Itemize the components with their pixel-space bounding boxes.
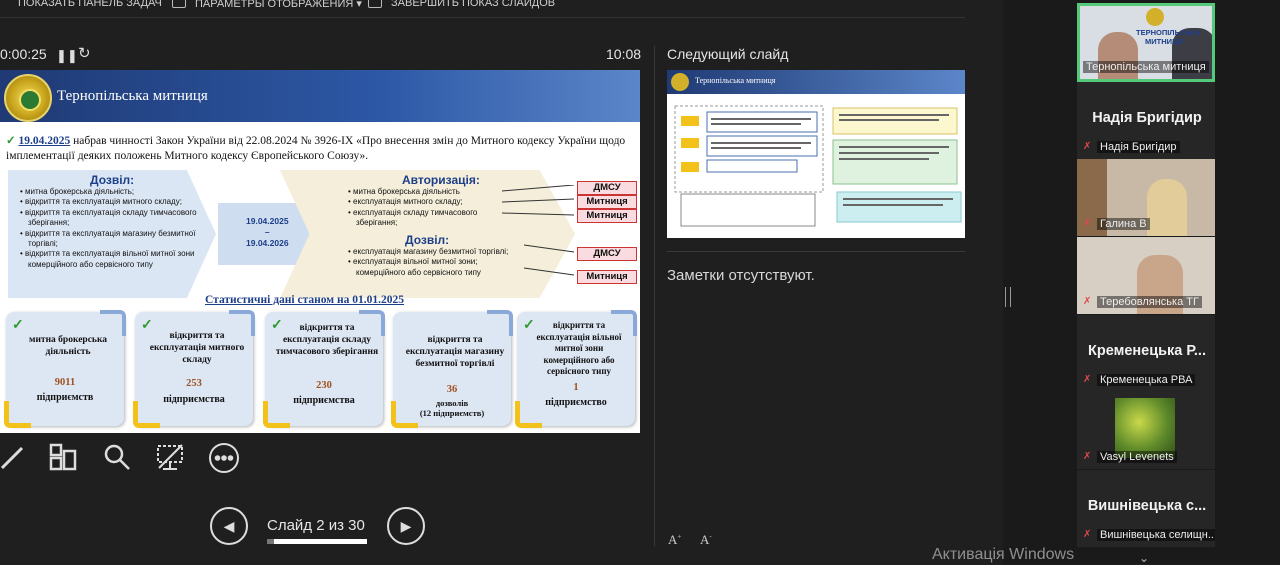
- customs-emblem-icon: [1146, 8, 1164, 26]
- chevron-down-icon[interactable]: ⌄: [1139, 551, 1149, 565]
- participant-name: Тернопільська митниця: [1083, 61, 1209, 73]
- period-dates: 19.04.2025–19.04.2026: [246, 216, 289, 248]
- next-slide-diagram: [674, 105, 962, 227]
- next-slide-preview[interactable]: Тернопільська митниця: [667, 70, 965, 238]
- customs-emblem-icon: [4, 74, 52, 122]
- authorization-title: Авторизація:: [402, 173, 480, 187]
- participant-video: [1147, 179, 1187, 236]
- toolbar-divider: [0, 17, 965, 18]
- column-divider: [654, 46, 655, 546]
- authorization-list: • митна брокерська діяльність • експлуат…: [346, 187, 518, 229]
- avatar: [1115, 398, 1175, 458]
- stat-card: ✓ відкриття та експлуатація вільної митн…: [515, 310, 637, 428]
- mic-muted-icon: ✗: [1083, 529, 1092, 540]
- allow-list: • митна брокерська діяльність; • відкрит…: [18, 187, 200, 270]
- clock: 10:08: [606, 46, 642, 62]
- decrease-font-icon[interactable]: A-: [700, 532, 712, 548]
- participant-name: Вишнівецька селищн...: [1097, 529, 1215, 541]
- prev-slide-button[interactable]: ◀: [210, 507, 248, 545]
- tag-customs: Митниця: [577, 209, 637, 223]
- emblem-caption: ТЕРНОПІЛЬСЬКА МИТНИЦЯ: [1136, 28, 1201, 46]
- list-item: • експлуатація вільної митної зони; коме…: [348, 257, 481, 277]
- tag-dmsu: ДМСУ: [577, 247, 637, 261]
- show-taskbar-button[interactable]: ПОКАЗАТЬ ПАНЕЛЬ ЗАДАЧ: [18, 0, 162, 9]
- end-show-icon: [368, 0, 382, 8]
- list-item: • експлуатація митного складу;: [348, 197, 463, 207]
- permit-title: Дозвіл:: [405, 233, 450, 247]
- notes-divider: [667, 251, 965, 252]
- tag-customs: Митниця: [577, 195, 637, 209]
- participant-tile[interactable]: Надія Бригідир ✗ Надія Бригідир: [1077, 82, 1215, 159]
- panel-resize-handle[interactable]: [1005, 287, 1011, 307]
- participant-tile[interactable]: ✗ Теребовлянська ТГ: [1077, 237, 1215, 314]
- list-item: • відкриття та експлуатація вільної митн…: [20, 249, 195, 269]
- mic-muted-icon: ✗: [1083, 218, 1092, 229]
- slide-title: Тернопільська митниця: [57, 88, 208, 104]
- participant-big-name: Вишнівецька с...: [1087, 498, 1207, 514]
- speaker-notes: Заметки отсутствуют.: [667, 267, 815, 284]
- elapsed-timer: 0:00:25: [0, 46, 47, 62]
- stat-card: ✓ митна брокерська діяльність 9011 підпр…: [4, 310, 126, 428]
- check-icon: ✓: [6, 135, 19, 147]
- next-slide-label: Следующий слайд: [667, 46, 789, 62]
- next-slide-button[interactable]: ▶: [387, 507, 425, 545]
- more-icon[interactable]: [207, 442, 241, 476]
- subtitles-icon[interactable]: [153, 442, 187, 476]
- windows-activation-watermark: Активація Windows: [932, 546, 1075, 563]
- participant-video: [1098, 32, 1138, 79]
- participant-name: Галина В: [1097, 218, 1150, 230]
- zoom-icon[interactable]: [100, 442, 134, 476]
- increase-font-icon[interactable]: A+: [668, 532, 681, 548]
- law-statement: ✓ 19.04.2025 набрав чинності Закон Украї…: [6, 134, 636, 164]
- reset-timer-icon[interactable]: ↻: [78, 44, 91, 62]
- tag-dmsu: ДМСУ: [577, 181, 637, 195]
- mic-muted-icon: ✗: [1083, 141, 1092, 152]
- slides-grid-icon[interactable]: [46, 442, 80, 476]
- participant-name: Надія Бригідир: [1097, 141, 1180, 153]
- end-show-button[interactable]: ЗАВЕРШИТЬ ПОКАЗ СЛАЙДОВ: [391, 0, 555, 9]
- list-item: • відкриття та експлуатація магазину без…: [20, 228, 196, 249]
- participant-tile[interactable]: ✗ Vasyl Levenets: [1077, 392, 1215, 469]
- list-item: • експлуатація магазину безмитної торгів…: [348, 247, 509, 256]
- pen-icon[interactable]: [0, 442, 30, 476]
- stat-card: відкриття та експлуатація магазину безми…: [391, 310, 513, 428]
- customs-emblem-icon: [671, 73, 689, 91]
- list-item: • митна брокерська діяльність: [348, 187, 460, 196]
- list-item: • відкриття та експлуатація митного скла…: [20, 197, 182, 207]
- slide-progress: [267, 539, 367, 544]
- stat-card: ✓ відкриття та експлуатація митного скла…: [133, 310, 255, 428]
- slide-counter: Слайд 2 из 30: [267, 517, 365, 534]
- next-slide-title: Тернопільська митниця: [695, 76, 776, 85]
- participant-name: Кременецька РВА: [1097, 374, 1196, 386]
- list-item: • експлуатація складу тимчасового зберіг…: [348, 207, 478, 228]
- participant-big-name: Кременецька Р...: [1088, 343, 1206, 359]
- mic-muted-icon: ✗: [1083, 451, 1092, 462]
- display-settings-icon: [172, 0, 186, 8]
- tag-customs: Митниця: [577, 270, 637, 284]
- mic-muted-icon: ✗: [1083, 374, 1092, 385]
- participant-tile[interactable]: Кременецька Р... ✗ Кременецька РВА: [1077, 315, 1215, 392]
- current-slide: Тернопільська митниця ✓ 19.04.2025 набра…: [0, 70, 640, 433]
- participant-tile[interactable]: ТЕРНОПІЛЬСЬКА МИТНИЦЯ Тернопільська митн…: [1077, 3, 1215, 82]
- pause-icon[interactable]: ❚❚: [56, 48, 78, 64]
- law-date: 19.04.2025: [18, 135, 71, 147]
- list-item: • митна брокерська діяльність;: [20, 187, 135, 196]
- display-settings-button[interactable]: ПАРАМЕТРЫ ОТОБРАЖЕНИЯ ▾: [195, 0, 362, 10]
- allow-title: Дозвіл:: [90, 173, 135, 187]
- permit-list: • експлуатація магазину безмитної торгів…: [346, 247, 518, 278]
- stats-title: Статистичні дані станом на 01.01.2025: [205, 294, 405, 306]
- law-text: набрав чинності Закон України від 22.08.…: [6, 135, 626, 162]
- stat-card: ✓ відкриття та експлуатація складу тимча…: [263, 310, 385, 428]
- participant-big-name: Надія Бригідир: [1092, 110, 1202, 126]
- participant-name: Vasyl Levenets: [1097, 451, 1177, 463]
- mic-muted-icon: ✗: [1083, 296, 1092, 307]
- participant-tile[interactable]: Вишнівецька с... ✗ Вишнівецька селищн...: [1077, 470, 1215, 547]
- list-item: • відкриття та експлуатація складу тимча…: [20, 207, 197, 228]
- check-icon: ✓: [12, 316, 24, 332]
- participant-tile[interactable]: ✗ Галина В: [1077, 159, 1215, 236]
- connector-arrows: [501, 185, 575, 276]
- top-toolbar: ПОКАЗАТЬ ПАНЕЛЬ ЗАДАЧ ПАРАМЕТРЫ ОТОБРАЖЕ…: [0, 0, 1000, 18]
- participant-name: Теребовлянська ТГ: [1097, 296, 1202, 308]
